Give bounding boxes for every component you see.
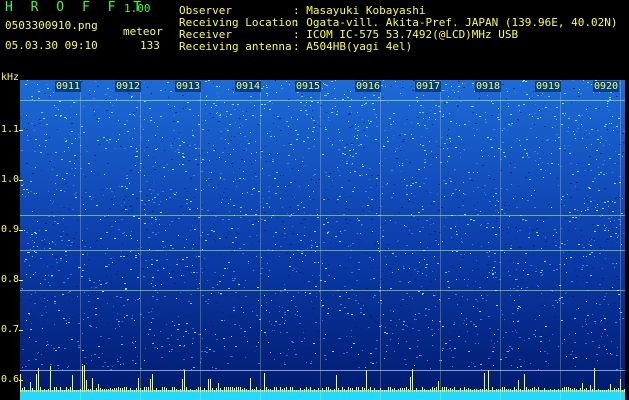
filename: 0503300910.png [5, 19, 98, 32]
y-tick [19, 130, 23, 131]
carrier-line [20, 250, 625, 251]
time-label: 0916 [355, 81, 382, 92]
time-label: 0920 [593, 81, 620, 92]
y-tick-label: 0.9 [1, 224, 20, 235]
time-gridline [80, 80, 81, 400]
time-label: 0917 [415, 81, 442, 92]
meteor-count: 133 [140, 39, 160, 52]
y-tick-label: 1.0 [1, 174, 20, 185]
spectrum-background [20, 80, 625, 400]
time-label: 0913 [175, 81, 202, 92]
y-tick [19, 180, 23, 181]
time-label: 0918 [475, 81, 502, 92]
app-version: 1.00 [124, 2, 151, 15]
time-gridline [620, 80, 621, 400]
time-gridline [140, 80, 141, 400]
info-value-antenna: : A504HB(yagi 4el) [293, 40, 413, 53]
time-label: 0911 [55, 81, 82, 92]
time-gridline [380, 80, 381, 400]
time-label: 0914 [235, 81, 262, 92]
y-tick [19, 380, 23, 381]
y-tick-label: 0.8 [1, 274, 20, 285]
datetime: 05.03.30 09:10 [5, 39, 98, 52]
y-tick-label: 1.1 [1, 124, 20, 135]
time-gridline [500, 80, 501, 400]
header-panel: H R O F F T 1.00 0503300910.png meteor 0… [0, 0, 629, 78]
y-tick [19, 230, 23, 231]
time-gridline [440, 80, 441, 400]
time-gridline [260, 80, 261, 400]
carrier-line [20, 215, 625, 216]
time-gridline [320, 80, 321, 400]
time-label: 0912 [115, 81, 142, 92]
carrier-line [20, 370, 625, 371]
spectrogram-canvas [20, 80, 625, 400]
y-tick [19, 330, 23, 331]
time-gridline [560, 80, 561, 400]
info-label-antenna: Receiving antenna [179, 40, 292, 53]
spectrogram [20, 80, 625, 400]
y-tick-label: 0.7 [1, 324, 20, 335]
y-tick [19, 280, 23, 281]
carrier-line [20, 100, 625, 101]
time-gridline [200, 80, 201, 400]
y-axis-unit: kHz [1, 72, 20, 83]
y-tick-label: 0.6 [1, 374, 20, 385]
time-label: 0915 [295, 81, 322, 92]
time-label: 0919 [535, 81, 562, 92]
mode-label: meteor [123, 25, 163, 38]
carrier-line [20, 290, 625, 291]
